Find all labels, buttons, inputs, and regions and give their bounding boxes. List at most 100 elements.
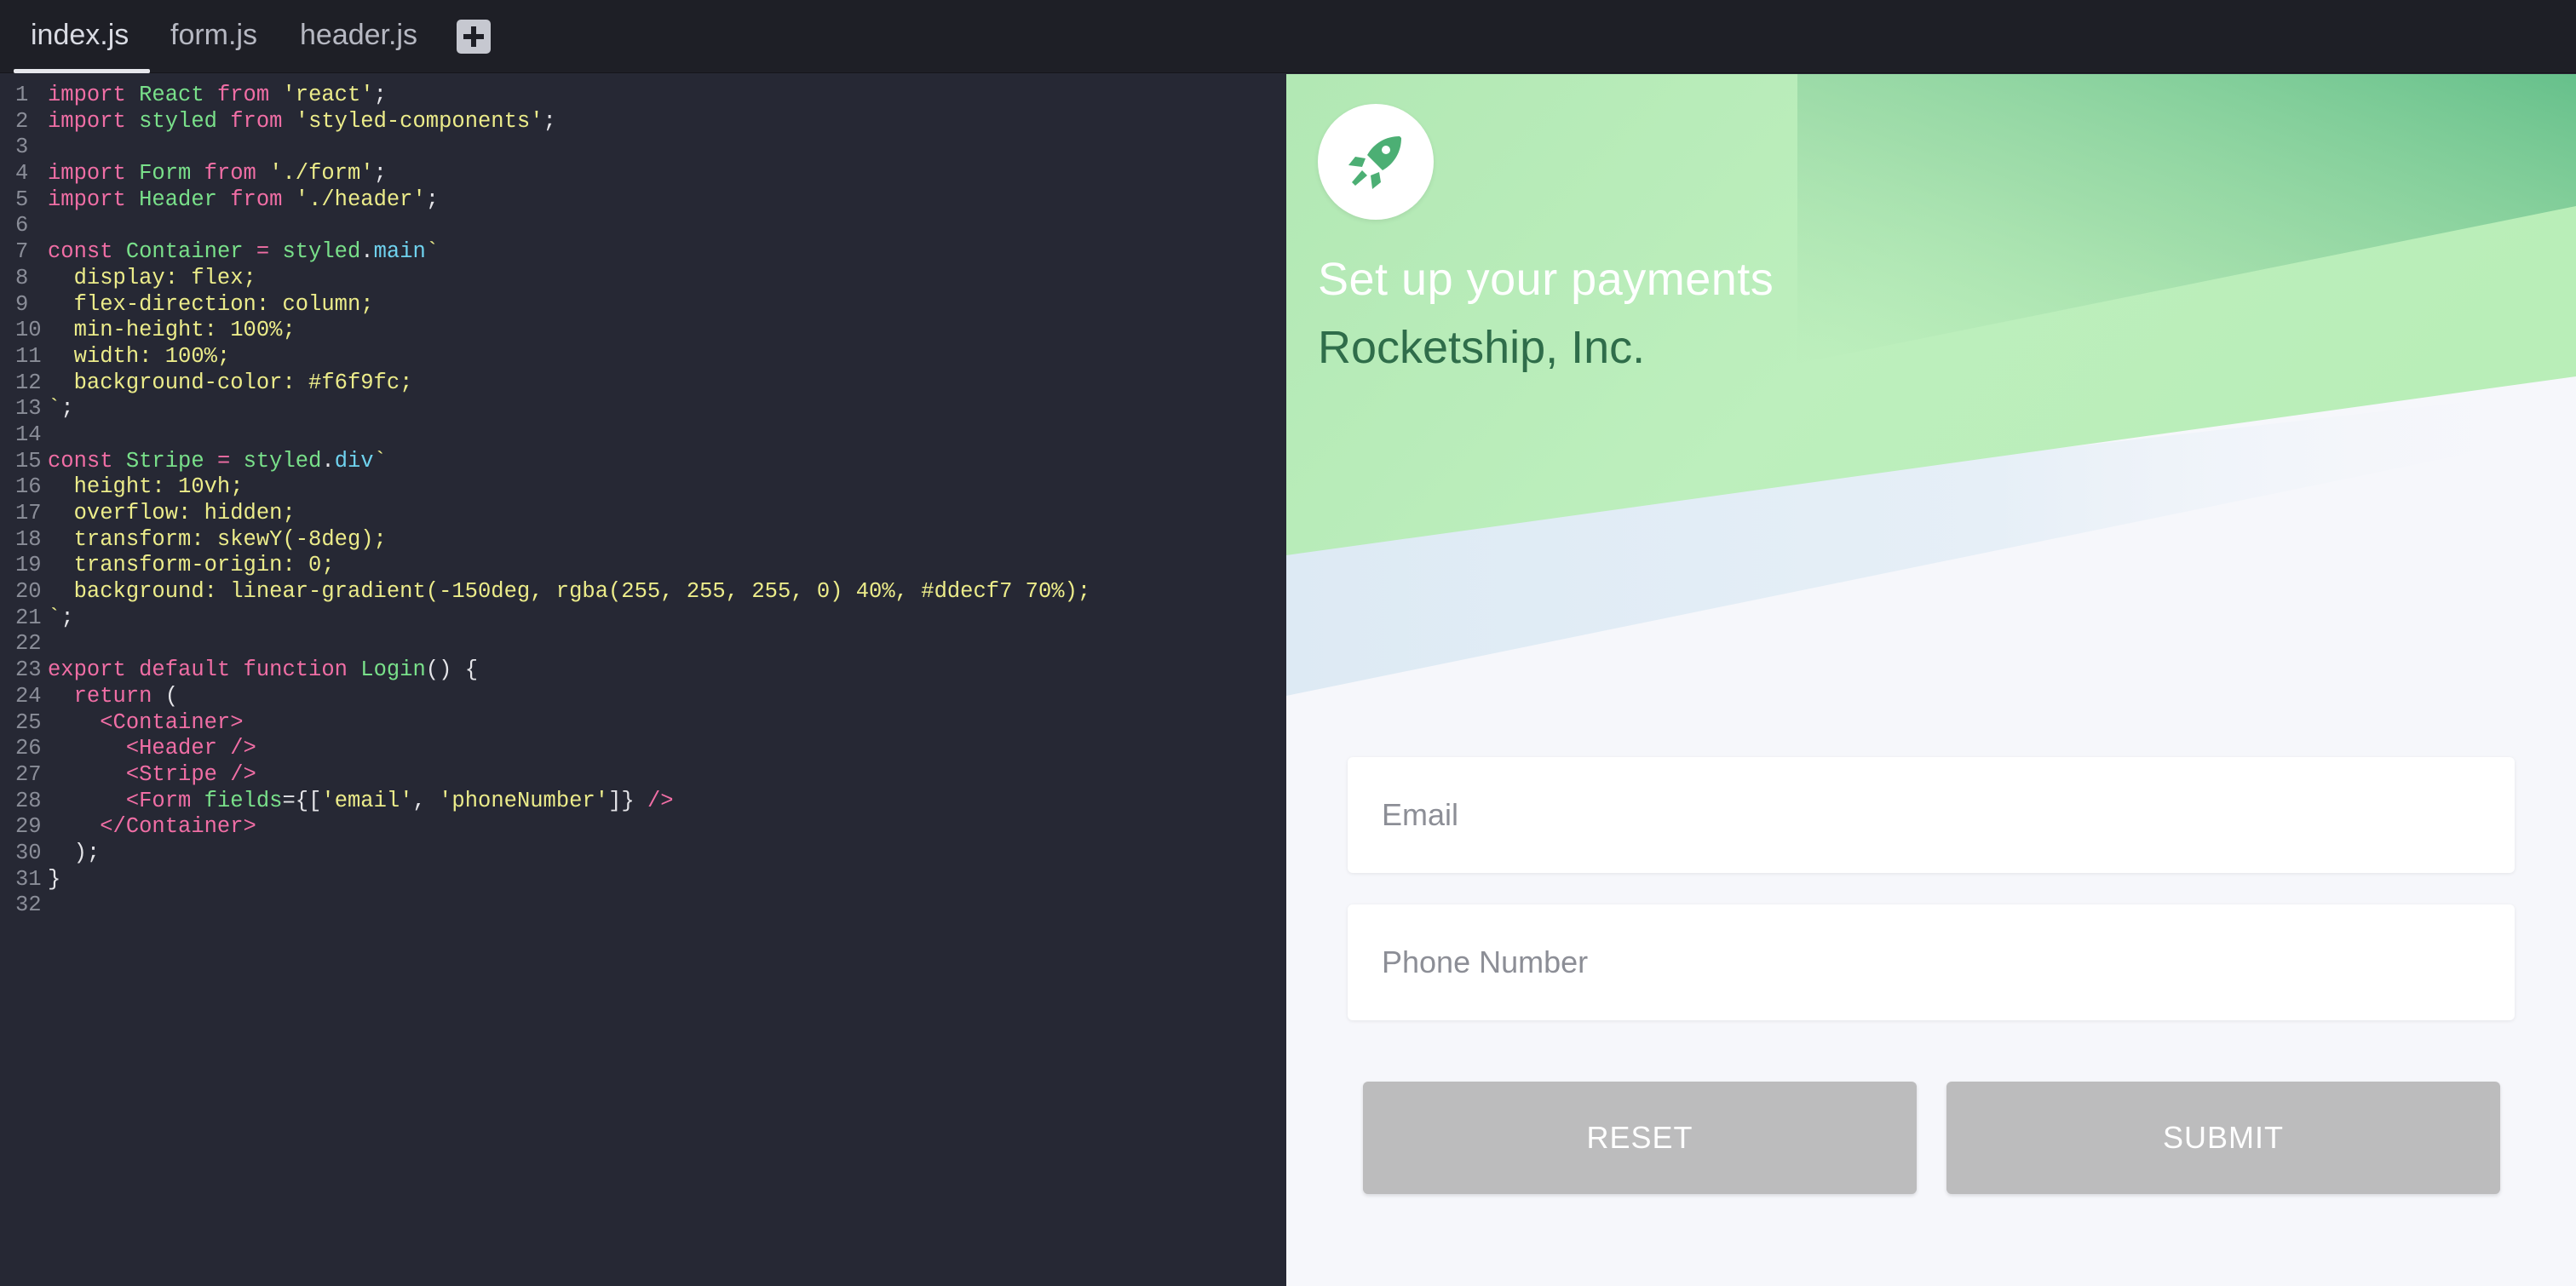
code-line[interactable]: 19 transform-origin: 0; <box>0 553 1286 579</box>
code-token: from <box>204 161 270 187</box>
code-line[interactable]: 8 display: flex; <box>0 266 1286 292</box>
code-token: const <box>48 239 126 265</box>
phone-number-field[interactable] <box>1348 904 2515 1020</box>
line-number: 1 <box>15 83 29 107</box>
line-number: 22 <box>15 631 42 657</box>
code-token: ` <box>373 448 387 474</box>
code-line[interactable]: 3 <box>0 135 1286 161</box>
code-token: Stripe <box>125 448 217 474</box>
code-token: import <box>48 187 140 212</box>
line-number: 19 <box>15 553 42 578</box>
code-token: main <box>373 239 426 265</box>
code-token: 'phoneNumber' <box>439 788 609 813</box>
code-token: flex-direction: column; <box>48 291 374 317</box>
preview-pane: Set up your payments Rocketship, Inc. RE… <box>1286 74 2576 1286</box>
line-number: 8 <box>15 265 29 290</box>
code-content[interactable]: 1 import React from 'react'; 2 import style… <box>0 83 1286 919</box>
code-line[interactable]: 15 const Stripe = styled.div` <box>0 449 1286 475</box>
code-line[interactable]: 30 ); <box>0 841 1286 867</box>
code-token: import <box>48 108 140 134</box>
code-line[interactable]: 12 background-color: #f6f9fc; <box>0 370 1286 397</box>
code-line[interactable]: 32 <box>0 893 1286 919</box>
reset-button[interactable]: RESET <box>1363 1082 1917 1194</box>
code-token: ; <box>60 396 74 422</box>
code-token: Header <box>139 187 231 212</box>
code-token: 'react' <box>282 83 374 107</box>
code-token: ` <box>48 396 61 422</box>
code-line[interactable]: 28 <Form fields={['email', 'phoneNumber'… <box>0 789 1286 815</box>
line-number: 9 <box>15 291 29 317</box>
code-line[interactable]: 7 const Container = styled.main` <box>0 239 1286 266</box>
code-line[interactable]: 21 `; <box>0 606 1286 632</box>
submit-button[interactable]: SUBMIT <box>1946 1082 2500 1194</box>
code-line[interactable]: 17 overflow: hidden; <box>0 501 1286 527</box>
line-number: 14 <box>15 422 42 447</box>
code-line[interactable]: 18 transform: skewY(-8deg); <box>0 527 1286 554</box>
code-line[interactable]: 1 import React from 'react'; <box>0 83 1286 109</box>
code-token: from <box>230 187 296 212</box>
code-token: </Container> <box>48 814 256 840</box>
code-token: import <box>48 161 140 187</box>
tab-header-js[interactable]: header.js <box>283 0 432 73</box>
code-token: Container <box>125 239 256 265</box>
code-token: width: 100%; <box>48 343 231 369</box>
code-line[interactable]: 24 return ( <box>0 684 1286 710</box>
code-line[interactable]: 16 height: 10vh; <box>0 474 1286 501</box>
code-line[interactable]: 9 flex-direction: column; <box>0 292 1286 319</box>
line-number: 21 <box>15 605 42 630</box>
code-token: = <box>256 239 283 265</box>
code-token: ; <box>60 605 74 630</box>
email-field[interactable] <box>1348 757 2515 873</box>
code-token: transform-origin: 0; <box>48 553 335 578</box>
code-line[interactable]: 5 import Header from './header'; <box>0 187 1286 214</box>
code-token: . <box>360 239 374 265</box>
code-token: <Form <box>48 788 204 813</box>
line-number: 6 <box>15 213 29 238</box>
code-line[interactable]: 10 min-height: 100%; <box>0 318 1286 344</box>
line-number: 5 <box>15 187 29 212</box>
code-token: React <box>139 83 217 107</box>
rocket-icon <box>1348 136 1401 189</box>
code-token: from <box>230 108 296 134</box>
code-line[interactable]: 2 import styled from 'styled-components'; <box>0 109 1286 135</box>
line-number: 13 <box>15 396 42 422</box>
code-token: styled <box>243 448 322 474</box>
code-line[interactable]: 14 <box>0 422 1286 449</box>
code-line[interactable]: 4 import Form from './form'; <box>0 161 1286 187</box>
code-token: './header' <box>295 187 426 212</box>
code-line[interactable]: 20 background: linear-gradient(-150deg, … <box>0 579 1286 606</box>
line-number: 2 <box>15 108 29 134</box>
code-line[interactable]: 26 <Header /> <box>0 736 1286 762</box>
code-line[interactable]: 31} <box>0 867 1286 893</box>
line-number: 28 <box>15 788 42 813</box>
header-company: Rocketship, Inc. <box>1318 322 1646 373</box>
line-number: 16 <box>15 474 42 500</box>
code-line[interactable]: 11 width: 100%; <box>0 344 1286 370</box>
code-token: ={[ <box>282 788 322 813</box>
code-line[interactable]: 25 <Container> <box>0 710 1286 737</box>
code-token: import <box>48 83 140 107</box>
code-token: , <box>412 788 440 813</box>
code-line[interactable]: 6 <box>0 213 1286 239</box>
code-line[interactable]: 22 <box>0 631 1286 657</box>
code-line[interactable]: 23 export default function Login() { <box>0 657 1286 684</box>
tab-index-js[interactable]: index.js <box>14 0 150 73</box>
tab-form-js[interactable]: form.js <box>153 0 281 73</box>
code-token: <Stripe /> <box>48 761 256 787</box>
code-token: = <box>216 448 244 474</box>
code-token: <Container> <box>48 709 244 735</box>
code-line[interactable]: 27 <Stripe /> <box>0 762 1286 789</box>
code-line[interactable]: 13 `; <box>0 396 1286 422</box>
code-token: export default function <box>48 657 361 683</box>
code-line[interactable]: 29 </Container> <box>0 814 1286 841</box>
code-token: display: flex; <box>48 265 256 290</box>
code-token: ; <box>543 108 556 134</box>
code-editor[interactable]: 1 import React from 'react'; 2 import style… <box>0 74 1286 1286</box>
line-number: 17 <box>15 501 42 525</box>
code-token: . <box>321 448 335 474</box>
header-stripe <box>1286 74 2576 696</box>
plus-icon[interactable] <box>457 20 491 54</box>
line-number: 23 <box>15 657 42 683</box>
code-token: 'email' <box>321 788 413 813</box>
code-token: ; <box>373 83 387 107</box>
